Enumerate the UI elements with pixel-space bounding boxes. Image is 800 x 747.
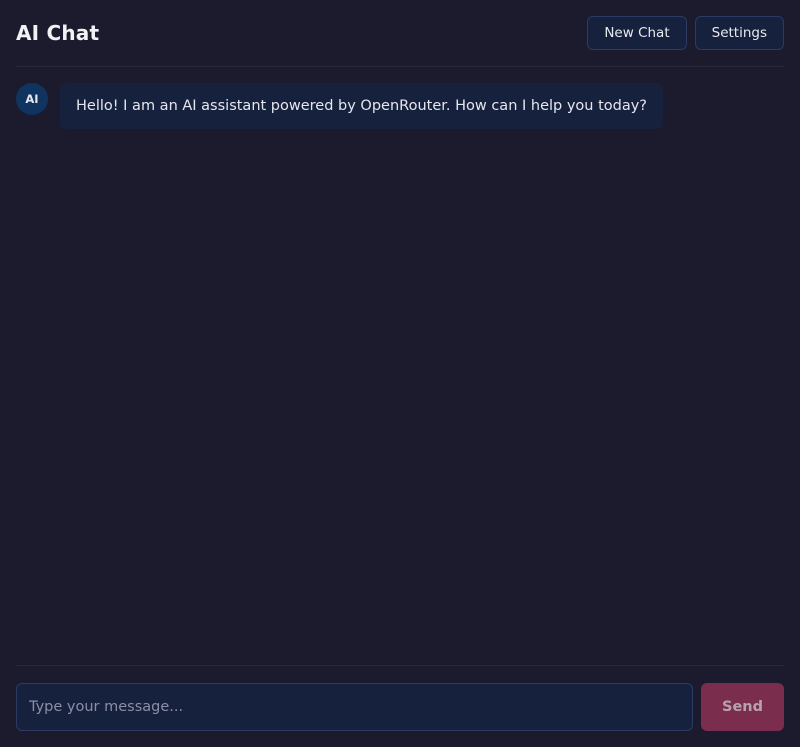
message-input[interactable] (16, 683, 693, 731)
message-list: AI Hello! I am an AI assistant powered b… (16, 67, 784, 666)
message-bubble: Hello! I am an AI assistant powered by O… (60, 83, 664, 129)
send-button[interactable]: Send (701, 683, 784, 731)
assistant-avatar: AI (16, 83, 48, 115)
chat-app: AI Chat New Chat Settings AI Hello! I am… (0, 0, 800, 747)
app-header: AI Chat New Chat Settings (16, 0, 784, 67)
app-title: AI Chat (16, 21, 100, 45)
settings-button[interactable]: Settings (694, 16, 784, 50)
new-chat-button[interactable]: New Chat (587, 16, 687, 50)
assistant-message: AI Hello! I am an AI assistant powered b… (16, 83, 784, 129)
header-actions: New Chat Settings (587, 16, 784, 50)
message-composer: Send (16, 683, 784, 731)
